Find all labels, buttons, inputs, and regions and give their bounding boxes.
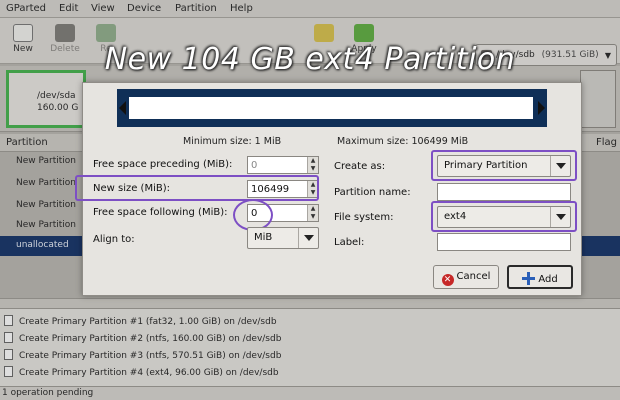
align-select[interactable]: MiB (247, 227, 319, 249)
banner-title: New 104 GB ext4 Partition (104, 42, 516, 77)
resize-handle-right-icon[interactable] (538, 101, 545, 115)
partition-size-fill (129, 97, 533, 119)
spin-arrows-icon[interactable]: ▲ ▼ (307, 157, 318, 173)
gparted-screen: GParted Edit View Device Partition Help … (0, 0, 620, 400)
align-value: MiB (254, 232, 273, 243)
maximum-size-label: Maximum size: 106499 MiB (337, 136, 469, 147)
preceding-spinbox[interactable]: ▲▼ (247, 156, 319, 174)
create-as-highlight (431, 150, 577, 181)
partition-size-bar[interactable] (117, 89, 547, 127)
cancel-button[interactable]: ✕ Cancel (433, 265, 499, 289)
partition-name-label: Partition name: (334, 187, 411, 198)
label-field[interactable] (437, 233, 571, 251)
resize-handle-left-icon[interactable] (119, 101, 126, 115)
spin-arrows-icon[interactable]: ▲ ▼ (307, 205, 318, 221)
add-icon (522, 272, 536, 285)
preceding-label: Free space preceding (MiB): (93, 159, 233, 170)
file-system-highlight (431, 201, 577, 232)
add-button-label: Add (538, 274, 558, 285)
cancel-icon: ✕ (441, 274, 454, 286)
cancel-button-label: Cancel (456, 271, 491, 282)
minimum-size-label: Minimum size: 1 MiB (183, 136, 282, 147)
create-partition-dialog: Minimum size: 1 MiB Maximum size: 106499… (75, 82, 582, 296)
create-as-label: Create as: (334, 161, 386, 172)
chevron-down-icon (298, 228, 318, 248)
preceding-input[interactable] (248, 157, 306, 173)
partition-name-field[interactable] (437, 183, 571, 201)
file-system-label: File system: (334, 212, 394, 223)
add-button[interactable]: Add (507, 265, 573, 289)
label-label: Label: (334, 237, 365, 248)
following-label: Free space following (MiB): (93, 207, 228, 218)
new-size-highlight (75, 175, 319, 201)
align-label: Align to: (93, 234, 135, 245)
